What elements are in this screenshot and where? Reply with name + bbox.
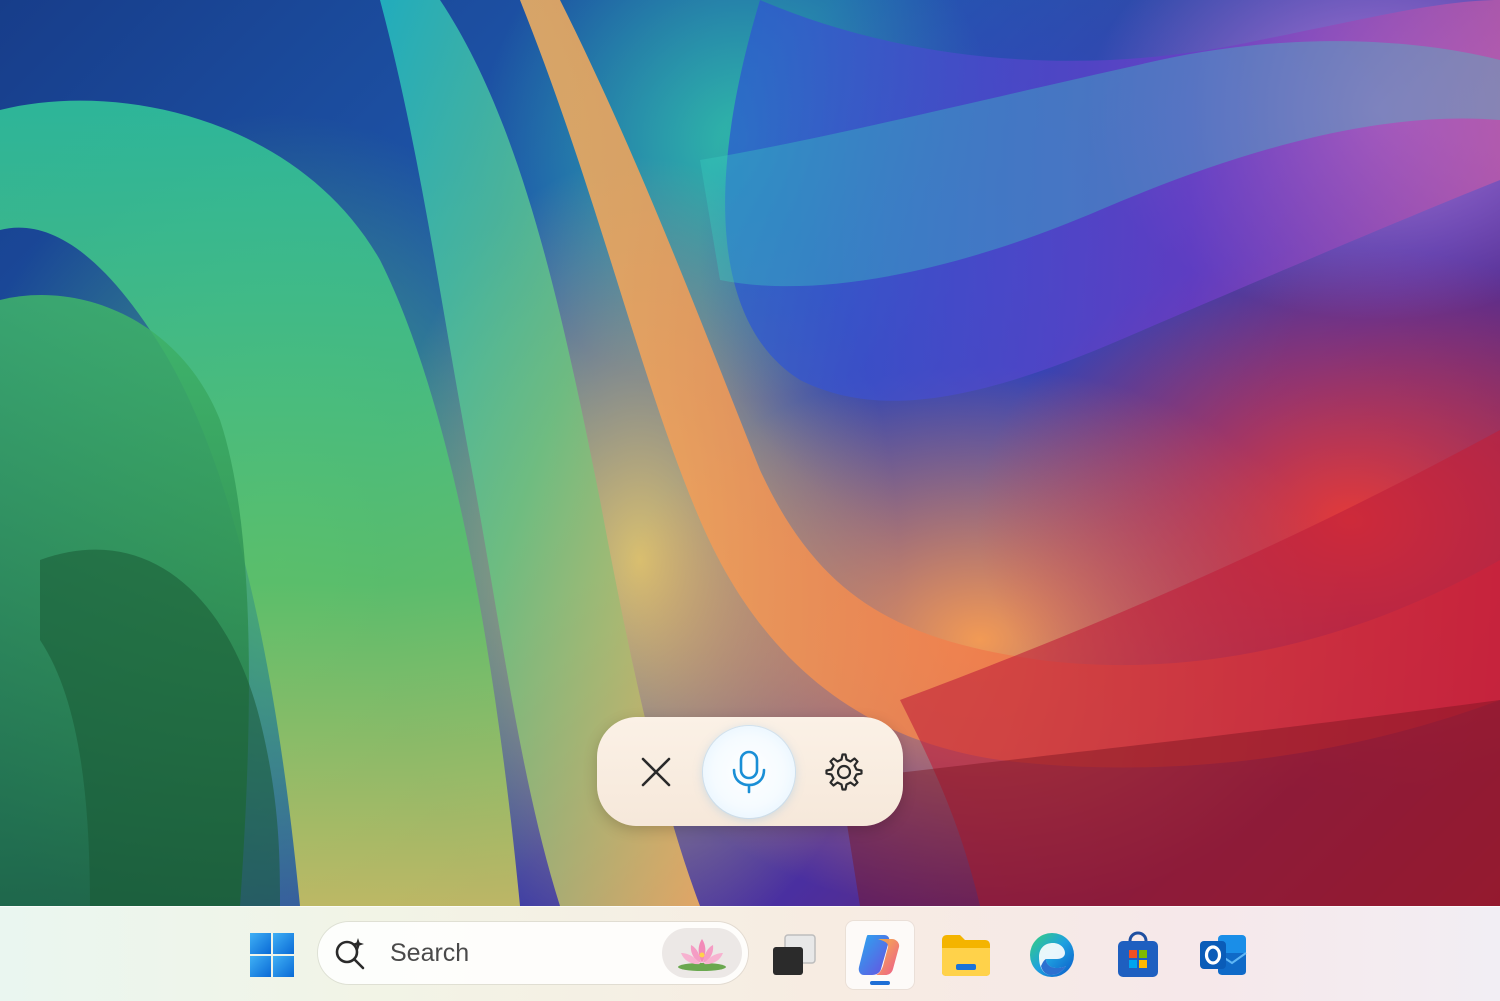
outlook-button[interactable] — [1190, 921, 1258, 989]
taskbar-search-box[interactable]: Search — [318, 922, 748, 984]
search-icon — [332, 935, 368, 971]
copilot-button[interactable] — [846, 921, 914, 989]
edge-icon — [1030, 933, 1074, 977]
taskbar — [0, 906, 1500, 1001]
active-app-indicator — [870, 981, 890, 985]
search-placeholder: Search — [390, 939, 470, 967]
search-highlight[interactable] — [662, 928, 742, 978]
folder-icon — [942, 935, 990, 976]
voice-settings-button[interactable] — [803, 731, 885, 813]
file-explorer-button[interactable] — [932, 921, 1000, 989]
close-icon — [641, 757, 671, 787]
microsoft-store-button[interactable] — [1104, 921, 1172, 989]
voice-access-bar — [597, 717, 903, 826]
windows-logo-icon — [250, 933, 294, 977]
edge-button[interactable] — [1018, 921, 1086, 989]
gear-icon — [825, 753, 863, 791]
microphone-icon — [732, 750, 766, 794]
voice-close-button[interactable] — [615, 731, 697, 813]
task-view-icon — [773, 934, 816, 975]
voice-mic-button[interactable] — [703, 726, 795, 818]
start-button[interactable] — [238, 921, 306, 989]
outlook-icon — [1200, 935, 1247, 975]
lotus-icon — [678, 939, 726, 971]
task-view-button[interactable] — [759, 921, 827, 989]
store-icon — [1118, 931, 1158, 977]
copilot-icon — [858, 935, 900, 975]
